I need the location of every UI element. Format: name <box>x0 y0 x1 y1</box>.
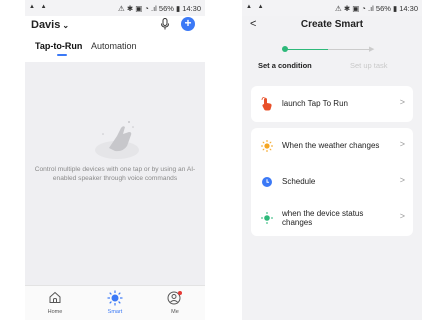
home-icon <box>35 290 75 306</box>
status-bar: ▲ ▲ ⚠ ✱ ▣ ◔ .ıl 56% ▮ 14:30 <box>25 0 205 16</box>
hand-tap-icon <box>261 96 273 111</box>
tab-automation[interactable]: Automation <box>91 41 137 51</box>
tab-bar: Tap-to-Run Automation ··· <box>25 41 205 72</box>
active-tab-indicator <box>57 54 67 56</box>
condition-schedule[interactable]: Schedule > <box>251 164 413 200</box>
empty-state: Control multiple devices with one tap or… <box>25 62 205 286</box>
status-left-icons: ▲ ▲ <box>246 4 266 10</box>
status-left-icons: ▲ ▲ <box>29 4 49 10</box>
status-right-info: ⚠ ✱ ▣ ◔ .ıl 56% ▮ 14:30 <box>335 3 418 13</box>
condition-device-status-changes[interactable]: when the device status changes > <box>251 200 413 236</box>
home-selector[interactable]: Davis ⌄ <box>31 19 69 31</box>
tabbar-home[interactable]: Home <box>35 290 75 315</box>
page-title: Create Smart <box>300 19 364 30</box>
tab-tap-to-run[interactable]: Tap-to-Run <box>35 41 82 51</box>
progress-fill <box>284 49 328 50</box>
tabbar-smart[interactable]: Smart <box>95 290 135 315</box>
create-smart-body: < Create Smart ▶ Set a condition Set up … <box>242 16 422 320</box>
smart-screen: ▲ ▲ ⚠ ✱ ▣ ◔ .ıl 56% ▮ 14:30 Davis ⌄ + Tap… <box>25 0 205 320</box>
condition-label: Schedule <box>282 177 316 187</box>
chevron-right-icon: > <box>399 139 405 149</box>
condition-label: When the weather changes <box>282 141 380 151</box>
profile-icon <box>155 290 195 306</box>
step-progress: ▶ Set a condition Set up task <box>242 41 422 71</box>
add-button[interactable]: + <box>181 17 195 31</box>
microphone-icon[interactable] <box>160 18 170 33</box>
progress-arrow-icon: ▶ <box>369 46 375 53</box>
sun-icon <box>261 139 273 153</box>
condition-weather-changes[interactable]: When the weather changes > <box>251 128 413 164</box>
chevron-right-icon: > <box>399 97 405 107</box>
tabbar-me[interactable]: Me <box>155 290 195 315</box>
condition-launch-tap-to-run[interactable]: launch Tap To Run > <box>251 86 413 122</box>
condition-label: launch Tap To Run <box>282 99 348 109</box>
create-smart-screen: ▲ ▲ ⚠ ✱ ▣ ◔ .ıl 56% ▮ 14:30 < Create Sma… <box>242 0 422 320</box>
chevron-down-icon: ⌄ <box>62 21 70 30</box>
chevron-right-icon: > <box>399 175 405 185</box>
tabbar-label-smart: Smart <box>107 309 123 315</box>
bottom-tab-bar: Home Smart Me <box>25 285 205 320</box>
auto-condition-card: When the weather changes > Schedule > wh… <box>251 128 413 236</box>
home-name: Davis <box>31 19 61 31</box>
smart-sun-icon <box>95 290 135 306</box>
status-right-info: ⚠ ✱ ▣ ◔ .ıl 56% ▮ 14:30 <box>118 3 201 13</box>
empty-state-message: Control multiple devices with one tap or… <box>34 166 196 182</box>
tabbar-label-home: Home <box>47 309 63 315</box>
chevron-right-icon: > <box>399 211 405 221</box>
current-step-dot <box>282 46 288 52</box>
tap-illustration-icon <box>87 114 147 164</box>
step-next-label: Set up task <box>350 61 388 70</box>
step-current-label: Set a condition <box>258 61 312 70</box>
device-status-icon <box>261 211 273 225</box>
clock-icon <box>261 175 273 189</box>
manual-condition-card: launch Tap To Run > <box>251 86 413 122</box>
status-bar: ▲ ▲ ⚠ ✱ ▣ ◔ .ıl 56% ▮ 14:30 <box>242 0 422 16</box>
tabbar-label-me: Me <box>171 309 179 315</box>
condition-label: when the device status changes <box>282 208 364 228</box>
